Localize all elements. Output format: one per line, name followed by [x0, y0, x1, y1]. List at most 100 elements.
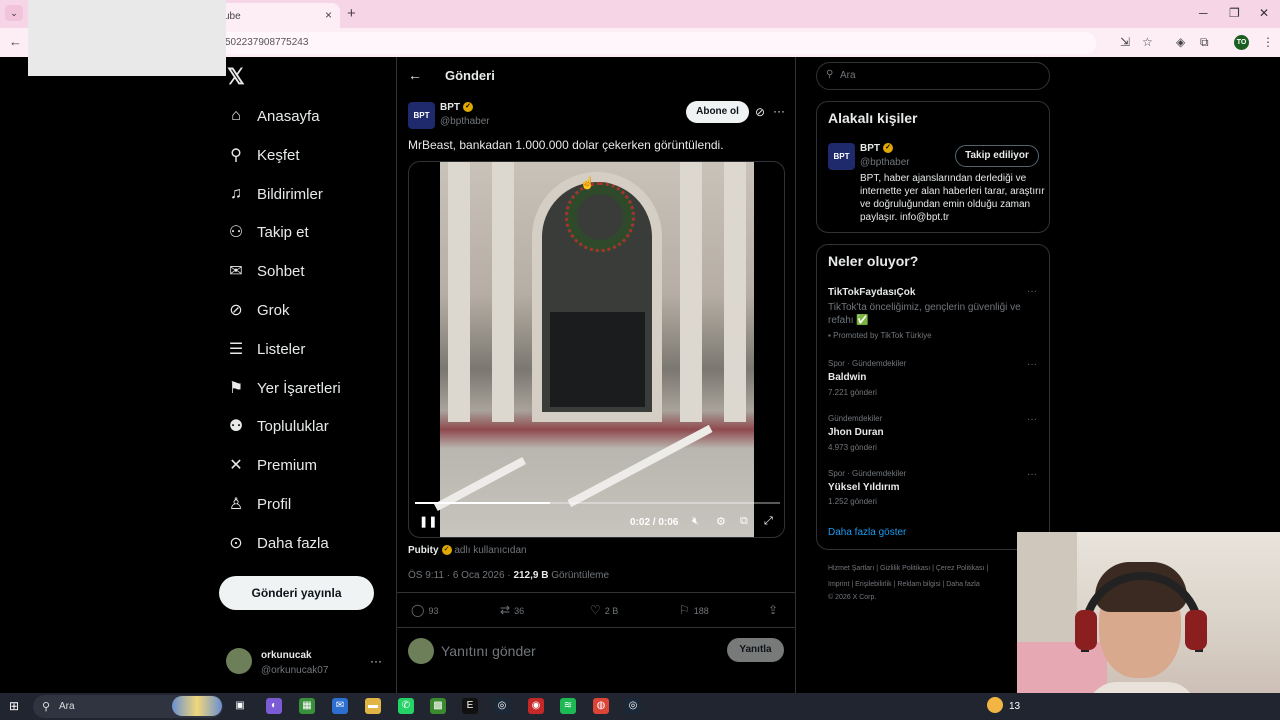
subscribe-button[interactable]: Abone ol: [686, 101, 749, 123]
pause-icon[interactable]: ❚❚: [419, 515, 437, 528]
nav-item-notifications[interactable]: ♫ Bildirimler: [227, 178, 323, 210]
bookmark-action[interactable]: ⚐ 188: [679, 603, 709, 617]
relevant-avatar[interactable]: BPT: [828, 143, 855, 170]
back-icon[interactable]: ←: [9, 34, 22, 49]
tab-title: ube: [224, 11, 241, 22]
share-icon[interactable]: ⇪: [768, 603, 782, 617]
nav-label: Grok: [257, 301, 290, 319]
more-icon[interactable]: ···: [773, 104, 785, 118]
reply-count: 93: [428, 606, 439, 616]
promoted-trend-title[interactable]: TikTokFaydasıÇok: [828, 287, 915, 298]
author-handle[interactable]: @bpthaber: [440, 116, 490, 127]
settings-gear-icon[interactable]: ⚙: [716, 515, 726, 528]
app-icon[interactable]: ◉: [528, 698, 544, 714]
author-avatar[interactable]: BPT: [408, 102, 435, 129]
footer-links[interactable]: Imprint | Erişilebilirlik | Reklam bilgi…: [828, 581, 1018, 588]
more-icon[interactable]: ···: [1027, 286, 1037, 297]
install-icon[interactable]: ⇲: [1120, 35, 1130, 49]
source-name[interactable]: Pubity: [408, 545, 439, 556]
more-circle-icon: ⊙: [229, 535, 243, 552]
minecraft-icon[interactable]: ▩: [430, 698, 446, 714]
epic-games-icon[interactable]: E: [462, 698, 478, 714]
nav-item-home[interactable]: ⌂ Anasayfa: [227, 100, 319, 132]
kebab-icon[interactable]: ⋮: [1262, 35, 1274, 49]
grok-explain-icon[interactable]: ⊘: [755, 105, 765, 119]
fullscreen-icon[interactable]: ⤢: [764, 515, 773, 528]
nav-item-more[interactable]: ⊙ Daha fazla: [227, 527, 329, 559]
nav-item-bookmarks[interactable]: ⚑ Yer İşaretleri: [227, 372, 341, 404]
video-progress-bar[interactable]: [415, 502, 780, 504]
author-name[interactable]: BPT ✓: [440, 102, 473, 113]
reply-input[interactable]: Yanıtını gönder: [441, 643, 536, 659]
plus-icon[interactable]: +: [347, 5, 356, 22]
trend-title[interactable]: Yüksel Yıldırım: [828, 482, 900, 493]
building-column: [680, 162, 702, 422]
following-button[interactable]: Takip ediliyor: [955, 145, 1039, 167]
nav-item-chat[interactable]: ✉ Sohbet: [227, 255, 304, 287]
nav-item-follow[interactable]: ⚇ Takip et: [227, 216, 309, 248]
reply-button[interactable]: Yanıtla: [727, 638, 784, 662]
close-window-icon[interactable]: ✕: [1259, 6, 1269, 20]
extension-icon[interactable]: ⧉: [1200, 35, 1209, 50]
mail-icon[interactable]: ✉: [332, 698, 348, 714]
more-icon[interactable]: ···: [1027, 359, 1037, 370]
post-button[interactable]: Gönderi yayınla: [219, 576, 374, 610]
like-action[interactable]: ♡ 2 B: [590, 603, 618, 617]
footer-links[interactable]: Hizmet Şartları | Gizlilik Politikası | …: [828, 565, 1018, 572]
steam-icon[interactable]: ◎: [494, 698, 510, 714]
nav-item-lists[interactable]: ☰ Listeler: [227, 333, 306, 365]
relevant-handle[interactable]: @bpthaber: [860, 157, 910, 168]
trend-title[interactable]: Baldwin: [828, 372, 866, 383]
x-logo-icon[interactable]: 𝕏: [227, 64, 245, 90]
url-text[interactable]: 502237908775243: [225, 37, 308, 48]
mute-icon[interactable]: 🔇︎: [692, 515, 699, 528]
store-icon[interactable]: ▦: [299, 698, 315, 714]
promoted-trend-desc: TikTok'ta önceliğimiz, gençlerin güvenli…: [828, 302, 1021, 326]
trend-title[interactable]: Jhon Duran: [828, 427, 884, 438]
more-icon[interactable]: ···: [1027, 414, 1037, 425]
relevant-name[interactable]: BPT ✓: [860, 143, 893, 154]
back-arrow-icon[interactable]: ←: [408, 67, 422, 83]
nav-item-grok[interactable]: ⊘ Grok: [227, 294, 290, 326]
copilot-icon[interactable]: ◐: [266, 698, 282, 714]
source-suffix: adlı kullanıcıdan: [454, 545, 527, 556]
task-view-icon[interactable]: ▣: [232, 698, 248, 714]
steam-icon[interactable]: ◎: [625, 698, 641, 714]
footer-copyright: © 2026 X Corp.: [828, 594, 877, 601]
trend-count: 1.252 gönderi: [828, 497, 877, 506]
active-tab[interactable]: ube ×: [212, 3, 340, 28]
whatsapp-icon[interactable]: ✆: [398, 698, 414, 714]
nav-item-premium[interactable]: ✕ Premium: [227, 449, 317, 481]
more-icon[interactable]: ···: [370, 654, 382, 668]
file-explorer-icon[interactable]: ▬: [365, 698, 381, 714]
nav-item-communities[interactable]: ⚉ Topluluklar: [227, 410, 329, 442]
extension-puzzle-icon[interactable]: ◈: [1176, 35, 1185, 49]
restore-icon[interactable]: ❐: [1229, 6, 1240, 20]
close-icon[interactable]: ×: [325, 8, 332, 22]
windows-start-icon[interactable]: ⊞: [9, 699, 19, 713]
weather-icon[interactable]: [987, 697, 1003, 713]
building-column: [448, 162, 470, 422]
account-switcher[interactable]: orkunucak @orkunucak07 ···: [226, 648, 386, 680]
minimize-icon[interactable]: ─: [1199, 6, 1208, 20]
nav-item-profile[interactable]: ♙ Profil: [227, 488, 291, 520]
nav-item-explore[interactable]: ⚲ Keşfet: [227, 139, 299, 171]
chrome-icon[interactable]: ◍: [593, 698, 609, 714]
nav-label: Listeler: [257, 340, 306, 358]
search-highlight-image[interactable]: [172, 696, 222, 716]
profile-avatar[interactable]: TO: [1234, 35, 1249, 50]
more-icon[interactable]: ···: [1027, 469, 1037, 480]
reply-action[interactable]: ◯ 93: [411, 603, 438, 617]
nav-label: Daha fazla: [257, 534, 329, 552]
clock[interactable]: 13: [1009, 701, 1020, 712]
video-player[interactable]: ☝ ❚❚ 0:02 / 0:06 🔇︎ ⚙ ⧉ ⤢: [408, 161, 785, 538]
show-more-link[interactable]: Daha fazla göster: [828, 527, 906, 538]
post-timestamp[interactable]: ÖS 9:11 · 6 Oca 2026 ·: [408, 570, 511, 581]
tab-menu-icon[interactable]: ⌄: [5, 5, 23, 21]
spotify-icon[interactable]: ≋: [560, 698, 576, 714]
x-icon: ✕: [229, 457, 243, 474]
star-icon[interactable]: ☆: [1142, 35, 1153, 49]
communities-icon: ⚉: [228, 418, 244, 435]
repost-action[interactable]: ⇄ 36: [500, 603, 524, 617]
picture-in-picture-icon[interactable]: ⧉: [740, 515, 748, 528]
